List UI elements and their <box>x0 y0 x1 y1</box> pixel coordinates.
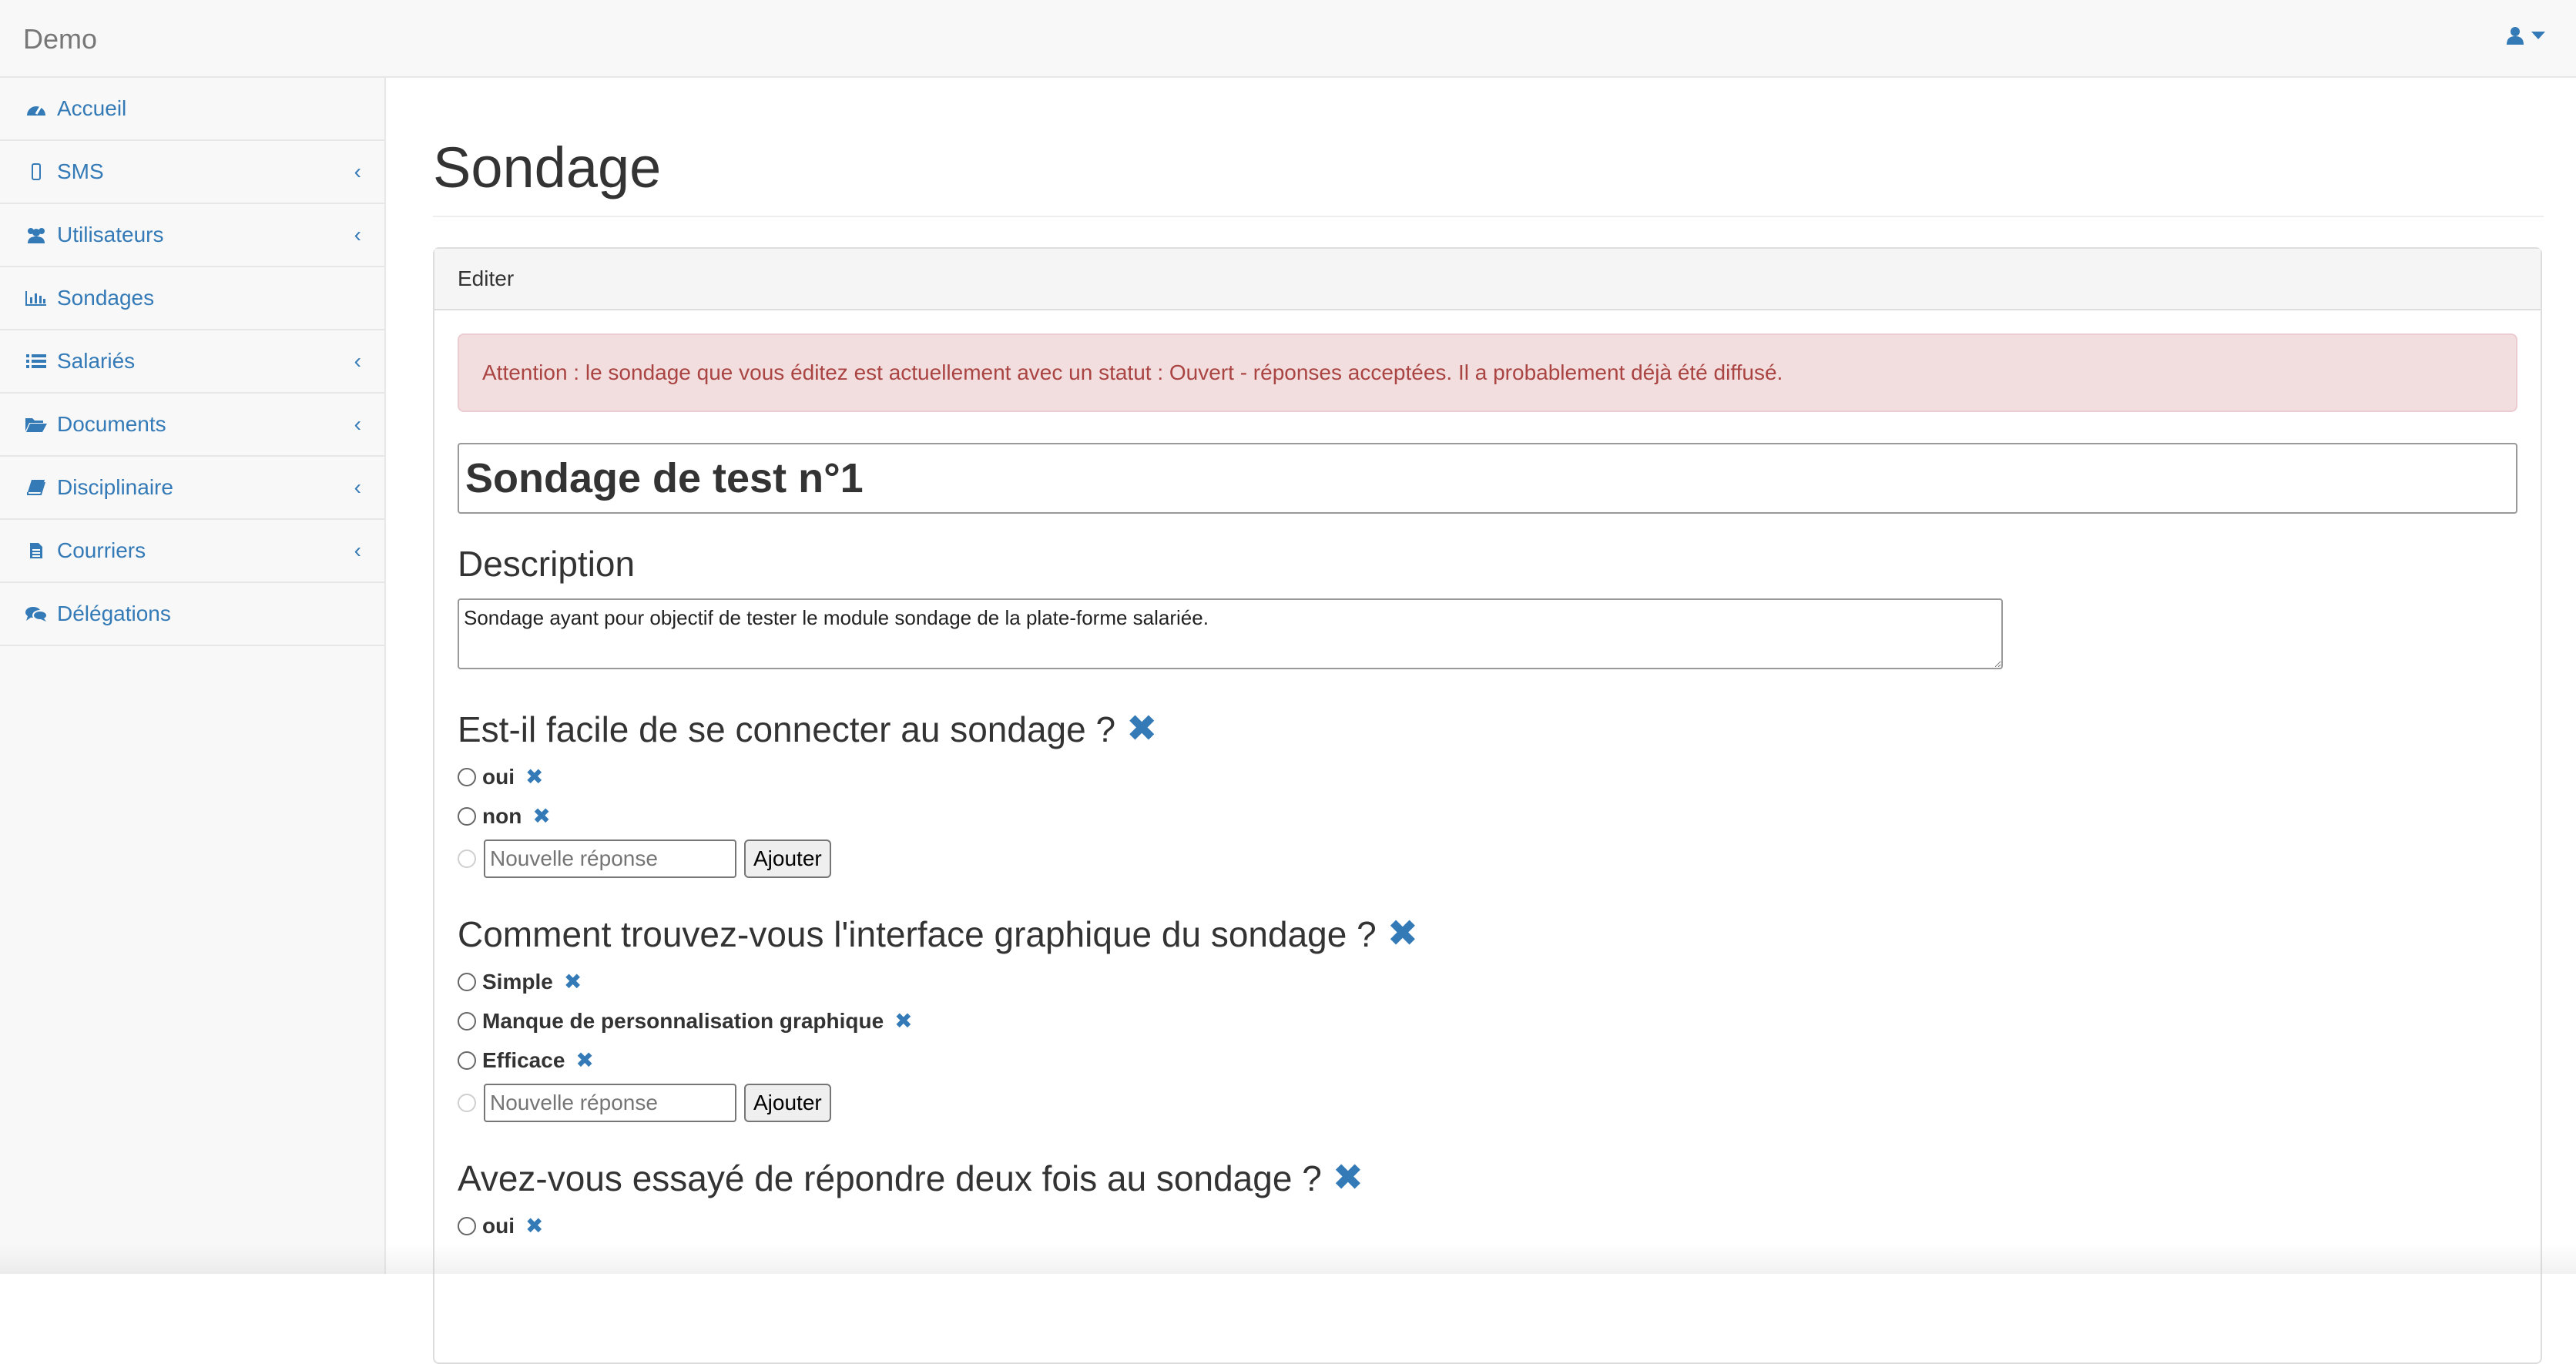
answer-label: Efficace <box>482 1048 565 1073</box>
folder-open-icon <box>23 413 49 436</box>
answer-radio[interactable] <box>458 1051 476 1070</box>
top-navbar: Demo <box>0 0 2576 78</box>
answer-option: Manque de personnalisation graphique ✖ <box>458 1008 2517 1034</box>
question-title-row: Avez-vous essayé de répondre deux fois a… <box>458 1158 2517 1199</box>
sidebar-item-label: Disciplinaire <box>57 475 173 500</box>
answer-option: oui ✖ <box>458 764 2517 789</box>
question-block: Avez-vous essayé de répondre deux fois a… <box>458 1158 2517 1238</box>
sidebar-item-label: Documents <box>57 412 166 437</box>
edit-panel: Editer Attention : le sondage que vous é… <box>433 247 2542 1364</box>
sidebar-item-sms[interactable]: SMS ‹ <box>0 141 384 204</box>
brand-name[interactable]: Demo <box>23 23 97 55</box>
answer-option: Efficace ✖ <box>458 1047 2517 1073</box>
chevron-left-icon: ‹ <box>354 223 361 247</box>
survey-title-input[interactable] <box>458 443 2517 514</box>
answer-option: Simple ✖ <box>458 969 2517 994</box>
sidebar-item-label: Courriers <box>57 538 146 563</box>
answer-label: oui <box>482 1214 515 1238</box>
delete-answer-icon[interactable]: ✖ <box>532 803 550 829</box>
answer-radio[interactable] <box>458 768 476 786</box>
comments-icon <box>23 602 49 625</box>
panel-heading: Editer <box>434 249 2541 310</box>
question-title-row: Comment trouvez-vous l'interface graphiq… <box>458 913 2517 955</box>
mobile-icon <box>23 160 49 183</box>
answer-option: non ✖ <box>458 803 2517 829</box>
panel-body: Attention : le sondage que vous éditez e… <box>434 310 2541 1262</box>
delete-question-icon[interactable]: ✖ <box>1333 1160 1363 1197</box>
sidebar: Accueil SMS ‹ Utilisateurs ‹ Sondages Sa… <box>0 78 386 1274</box>
new-answer-input[interactable] <box>484 1084 736 1122</box>
sidebar-item-label: Sondages <box>57 286 154 310</box>
new-answer-row: Ajouter <box>458 1084 2517 1122</box>
delete-answer-icon[interactable]: ✖ <box>564 969 582 994</box>
sidebar-item-salaries[interactable]: Salariés ‹ <box>0 330 384 394</box>
question-title: Comment trouvez-vous l'interface graphiq… <box>458 913 1377 955</box>
chevron-left-icon: ‹ <box>354 412 361 437</box>
question-title: Avez-vous essayé de répondre deux fois a… <box>458 1158 1322 1199</box>
chevron-left-icon: ‹ <box>354 349 361 374</box>
sidebar-item-label: Utilisateurs <box>57 223 163 247</box>
answer-label: Simple <box>482 970 553 994</box>
answer-radio-disabled <box>458 850 476 868</box>
answer-radio[interactable] <box>458 1012 476 1031</box>
description-textarea[interactable]: Sondage ayant pour objectif de tester le… <box>458 598 2003 669</box>
answer-label: non <box>482 804 522 829</box>
delete-question-icon[interactable]: ✖ <box>1126 711 1157 748</box>
book-icon <box>23 476 49 499</box>
sidebar-item-utilisateurs[interactable]: Utilisateurs ‹ <box>0 204 384 267</box>
delete-answer-icon[interactable]: ✖ <box>575 1047 593 1073</box>
chevron-down-icon <box>2531 32 2545 39</box>
sidebar-item-disciplinaire[interactable]: Disciplinaire ‹ <box>0 457 384 520</box>
answer-radio[interactable] <box>458 807 476 826</box>
new-answer-input[interactable] <box>484 840 736 878</box>
answer-option: oui ✖ <box>458 1213 2517 1238</box>
sidebar-item-accueil[interactable]: Accueil <box>0 78 384 141</box>
file-text-icon <box>23 539 49 562</box>
users-icon <box>23 223 49 246</box>
chevron-left-icon: ‹ <box>354 538 361 563</box>
sidebar-item-courriers[interactable]: Courriers ‹ <box>0 520 384 583</box>
answer-radio-disabled <box>458 1094 476 1112</box>
question-title: Est-il facile de se connecter au sondage… <box>458 709 1115 750</box>
sidebar-item-label: Accueil <box>57 96 126 121</box>
page-title: Sondage <box>433 78 2544 217</box>
description-heading: Description <box>458 543 2517 585</box>
question-block: Est-il facile de se connecter au sondage… <box>458 709 2517 878</box>
chevron-left-icon: ‹ <box>354 159 361 184</box>
status-alert: Attention : le sondage que vous éditez e… <box>458 333 2517 412</box>
new-answer-row: Ajouter <box>458 840 2517 878</box>
answer-radio[interactable] <box>458 973 476 991</box>
sidebar-item-label: SMS <box>57 159 104 184</box>
sidebar-item-label: Délégations <box>57 602 171 626</box>
bar-chart-icon <box>23 287 49 310</box>
question-block: Comment trouvez-vous l'interface graphiq… <box>458 913 2517 1122</box>
answer-label: Manque de personnalisation graphique <box>482 1009 884 1034</box>
sidebar-item-label: Salariés <box>57 349 135 374</box>
sidebar-item-sondages[interactable]: Sondages <box>0 267 384 330</box>
dashboard-icon <box>23 97 49 120</box>
add-answer-button[interactable]: Ajouter <box>744 1084 831 1122</box>
answer-label: oui <box>482 765 515 789</box>
main-content: Sondage Editer Attention : le sondage qu… <box>433 78 2544 217</box>
add-answer-button[interactable]: Ajouter <box>744 840 831 878</box>
delete-question-icon[interactable]: ✖ <box>1387 916 1418 953</box>
list-icon <box>23 350 49 373</box>
sidebar-item-documents[interactable]: Documents ‹ <box>0 394 384 457</box>
chevron-left-icon: ‹ <box>354 475 361 500</box>
user-icon <box>2507 26 2524 45</box>
delete-answer-icon[interactable]: ✖ <box>525 1213 543 1238</box>
delete-answer-icon[interactable]: ✖ <box>525 764 543 789</box>
answer-radio[interactable] <box>458 1217 476 1235</box>
delete-answer-icon[interactable]: ✖ <box>894 1008 912 1034</box>
user-menu[interactable] <box>2507 26 2545 45</box>
sidebar-item-delegations[interactable]: Délégations <box>0 583 384 646</box>
question-title-row: Est-il facile de se connecter au sondage… <box>458 709 2517 750</box>
